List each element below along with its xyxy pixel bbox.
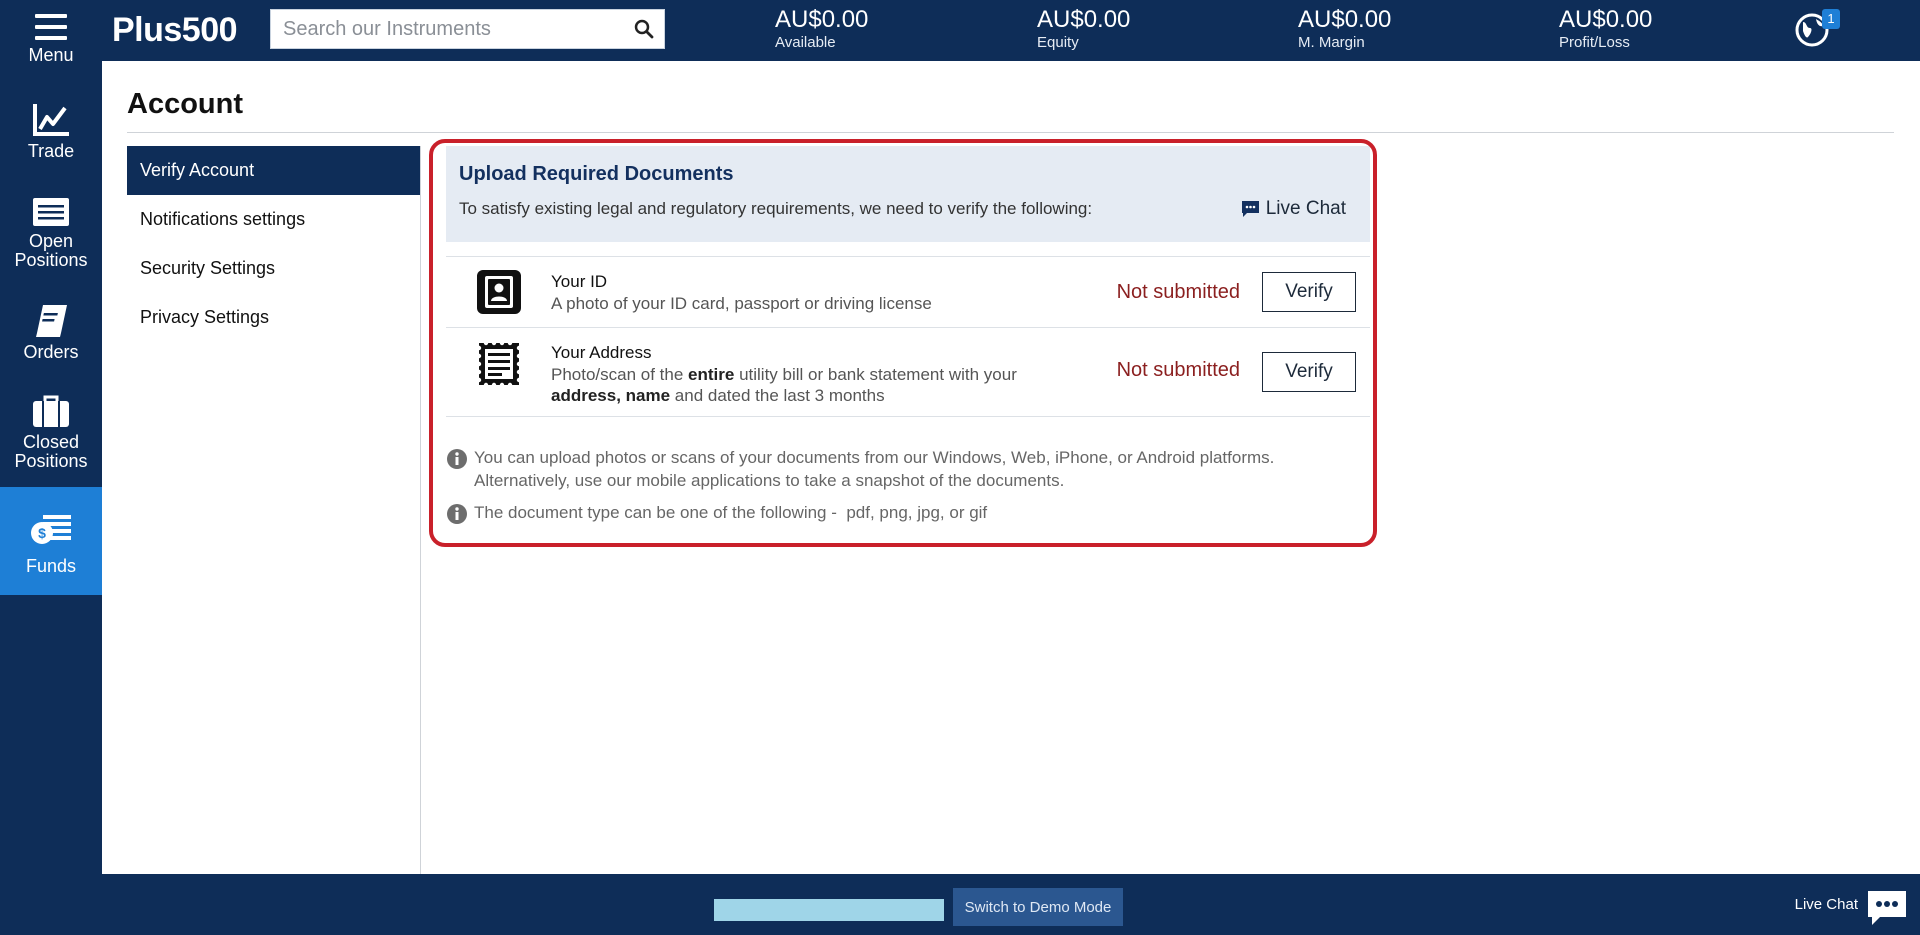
progress-bar [714, 899, 944, 921]
search-box [270, 9, 665, 49]
stat-equity: AU$0.00 Equity [1037, 6, 1130, 51]
book-icon [36, 305, 67, 337]
switch-demo-button[interactable]: Switch to Demo Mode [953, 888, 1123, 926]
stat-label: M. Margin [1298, 34, 1365, 51]
money-icon: $ [31, 515, 71, 544]
highlight-outline [429, 139, 1377, 547]
account-nav: Verify Account Notifications settings Se… [127, 146, 420, 342]
sidebar-item-closed-positions[interactable]: Closed Positions [0, 393, 102, 477]
sidebar-item-label: Trade [27, 141, 75, 161]
sidebar-item-label: Menu [28, 45, 74, 65]
sidebar-item-open-positions[interactable]: Open Positions [0, 196, 102, 276]
stat-label: Available [775, 34, 836, 51]
stat-label: Profit/Loss [1559, 34, 1630, 51]
list-icon [33, 198, 69, 226]
brand-logo[interactable]: Plus500 [112, 10, 238, 50]
footer-live-chat-label[interactable]: Live Chat [1795, 896, 1858, 913]
sidebar-item-label: Orders [23, 342, 79, 362]
sidebar-item-funds[interactable]: $ Funds [0, 487, 102, 595]
chart-line-icon [33, 104, 69, 136]
chat-bubble-icon[interactable] [1866, 889, 1908, 927]
sidebar-item-trade[interactable]: Trade [0, 102, 102, 168]
nav-item-notifications-settings[interactable]: Notifications settings [127, 195, 420, 244]
hamburger-icon [35, 14, 67, 40]
nav-item-security-settings[interactable]: Security Settings [127, 244, 420, 293]
notification-badge[interactable]: 1 [1822, 9, 1840, 29]
stat-available: AU$0.00 Available [775, 6, 868, 51]
stat-value: AU$0.00 [1037, 6, 1131, 33]
top-bar: Plus500 AU$0.00 Available AU$0.00 Equity… [102, 0, 1920, 61]
nav-item-verify-account[interactable]: Verify Account [127, 146, 420, 195]
svg-text:$: $ [38, 525, 46, 541]
search-input[interactable] [271, 10, 624, 48]
stat-label: Equity [1037, 34, 1079, 51]
stat-value: AU$0.00 [1298, 6, 1392, 33]
page-title: Account [127, 88, 243, 120]
sidebar-item-label: Closed Positions [14, 432, 88, 471]
title-divider [127, 132, 1894, 133]
stat-margin: AU$0.00 M. Margin [1298, 6, 1391, 51]
nav-item-privacy-settings[interactable]: Privacy Settings [127, 293, 420, 342]
left-sidebar: Menu Trade Open Positions Orders Closed … [0, 0, 102, 935]
sidebar-item-orders[interactable]: Orders [0, 303, 102, 369]
stat-value: AU$0.00 [1559, 6, 1653, 33]
sidebar-item-label: Funds [25, 556, 77, 576]
briefcase-icon [33, 395, 69, 427]
search-icon[interactable] [624, 10, 664, 48]
nav-divider [420, 146, 421, 874]
footer-bar: Switch to Demo Mode Live Chat [102, 874, 1920, 935]
stat-profit-loss: AU$0.00 Profit/Loss [1559, 6, 1652, 51]
sidebar-item-menu[interactable]: Menu [0, 12, 102, 76]
sidebar-item-label: Open Positions [14, 231, 88, 270]
stat-value: AU$0.00 [775, 6, 869, 33]
